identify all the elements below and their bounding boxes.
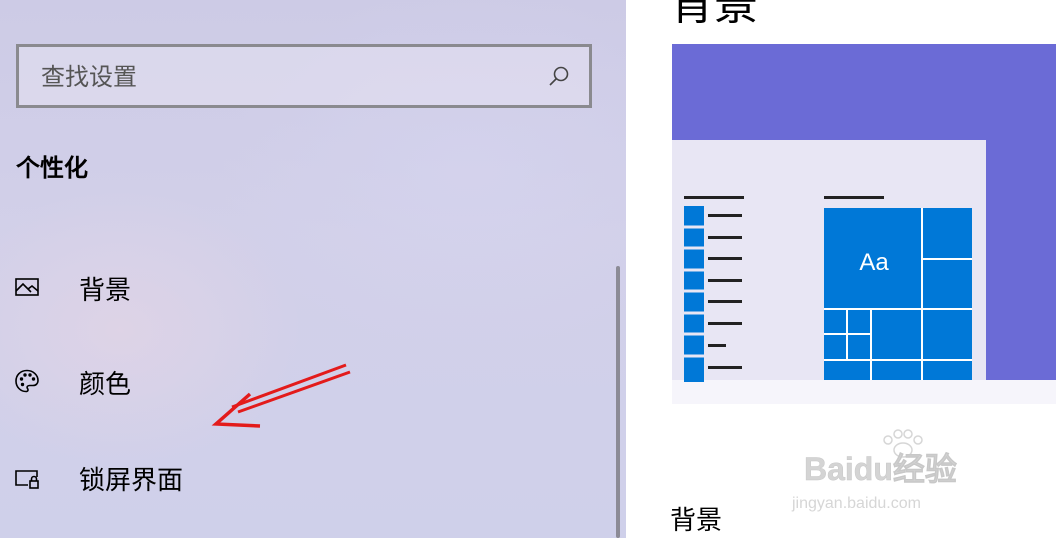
watermark-brand: Baidu经验 [804,451,957,487]
sidebar-item-background[interactable]: 背景 [0,254,606,318]
tile-label: Aa [859,249,889,276]
settings-window: 个性化 背景 颜色 [0,0,1056,538]
sidebar-item-label: 颜色 [79,370,132,400]
sidebar-item-label: 背景 [79,276,132,306]
background-preview: Aa [672,44,1056,404]
sidebar: 个性化 背景 颜色 [0,0,626,538]
scrollbar[interactable] [616,266,620,538]
picture-icon [15,278,39,296]
search-box[interactable] [16,44,592,108]
lock-screen-icon [15,470,39,489]
search-input[interactable] [39,47,523,107]
background-subtitle: 背景 [670,506,723,536]
watermark-url: jingyan.baidu.com [791,495,921,512]
section-title: 个性化 [16,154,88,182]
search-icon[interactable] [547,65,571,89]
main-content: 背景 Aa 背景 Baidu经验 jingyan.baidu.com [626,0,1056,538]
annotation-arrow [211,363,351,428]
sidebar-item-label: 锁屏界面 [79,466,184,496]
palette-icon [15,369,39,393]
tiles-preview: Aa [824,208,972,380]
sidebar-item-lock-screen[interactable]: 锁屏界面 [0,444,606,508]
baidu-jingyan-watermark: Baidu经验 jingyan.baidu.com [791,429,957,512]
page-title: 背景 [670,0,758,30]
